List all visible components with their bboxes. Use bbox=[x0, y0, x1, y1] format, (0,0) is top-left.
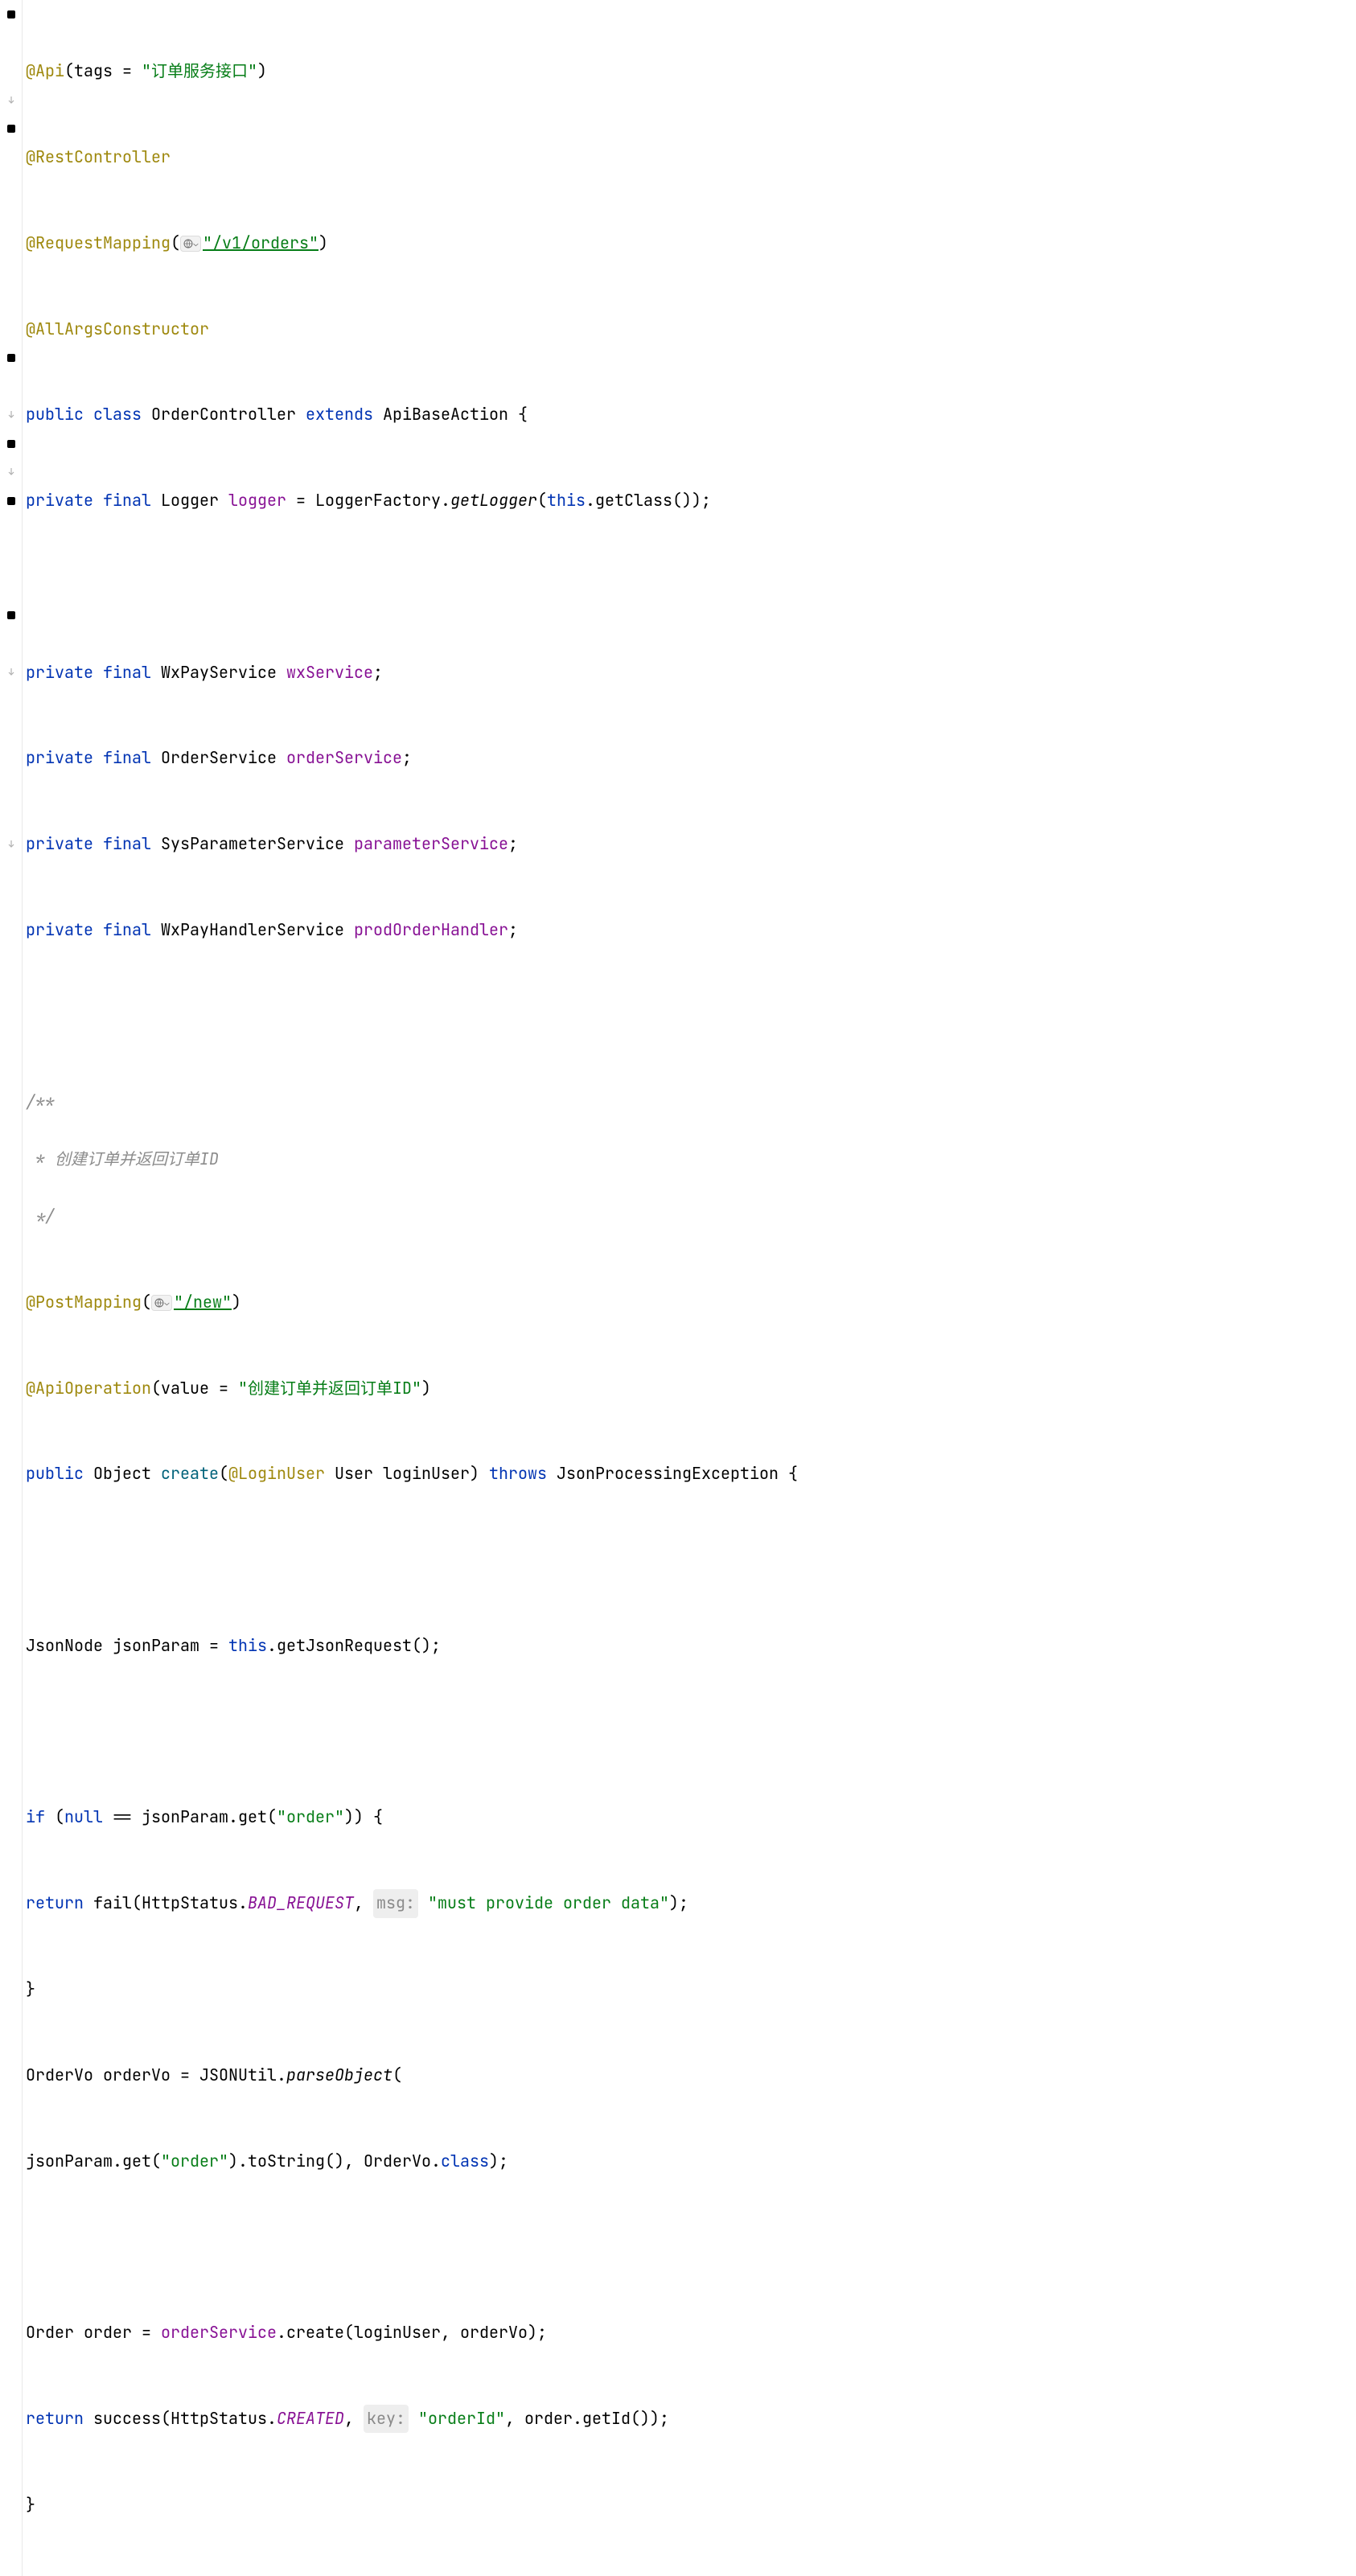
field: parameterService bbox=[354, 830, 508, 859]
javadoc: /** bbox=[26, 1088, 55, 1117]
gutter-blank bbox=[0, 57, 22, 86]
code-editor[interactable]: @Api(tags = "订单服务接口") @RestController @R… bbox=[23, 0, 798, 2576]
code-line[interactable]: @AllArgsConstructor bbox=[26, 315, 798, 344]
annotation: @ApiOperation bbox=[26, 1374, 151, 1403]
editor-gutter bbox=[0, 0, 23, 2576]
parameter-hint: msg: bbox=[373, 1889, 418, 1918]
gutter-blank bbox=[0, 630, 22, 659]
code-line[interactable]: private final OrderService orderService; bbox=[26, 744, 798, 773]
fold-minus-icon[interactable] bbox=[0, 114, 22, 143]
code-line[interactable]: Order order = orderService.create(loginU… bbox=[26, 2319, 798, 2348]
code-line[interactable]: } bbox=[26, 1975, 798, 2004]
gutter-blank bbox=[0, 257, 22, 286]
code-line[interactable]: private final Logger logger = LoggerFact… bbox=[26, 487, 798, 516]
code-line[interactable]: } bbox=[26, 2491, 798, 2520]
fold-end-icon[interactable] bbox=[0, 86, 22, 115]
gutter-blank bbox=[0, 716, 22, 745]
url-string[interactable]: "/v1/orders" bbox=[203, 229, 318, 258]
code-line[interactable] bbox=[26, 1002, 798, 1031]
field: logger bbox=[228, 487, 286, 516]
gutter-blank bbox=[0, 286, 22, 315]
chevron-down-icon: ⌄ bbox=[194, 236, 199, 251]
globe-icon[interactable]: ⌄ bbox=[180, 236, 201, 252]
globe-icon[interactable]: ⌄ bbox=[151, 1295, 172, 1311]
method-name: create bbox=[161, 1460, 219, 1489]
fold-end-icon[interactable] bbox=[0, 401, 22, 429]
code-line[interactable]: * 创建订单并返回订单ID bbox=[26, 1145, 798, 1174]
fold-end-icon[interactable] bbox=[0, 830, 22, 859]
fold-minus-icon[interactable] bbox=[0, 343, 22, 372]
gutter-blank bbox=[0, 315, 22, 344]
code-line[interactable]: public class OrderController extends Api… bbox=[26, 401, 798, 429]
gutter-blank bbox=[0, 229, 22, 258]
code-line[interactable] bbox=[26, 1718, 798, 1747]
chevron-down-icon: ⌄ bbox=[165, 1296, 170, 1310]
fold-minus-icon[interactable] bbox=[0, 487, 22, 516]
code-line[interactable]: @RequestMapping(⌄"/v1/orders") bbox=[26, 229, 798, 258]
static-field: CREATED bbox=[277, 2405, 344, 2434]
gutter-blank bbox=[0, 29, 22, 58]
gutter-blank bbox=[0, 802, 22, 831]
code-line[interactable]: private final WxPayHandlerService prodOr… bbox=[26, 916, 798, 945]
gutter-blank bbox=[0, 200, 22, 229]
gutter-blank bbox=[0, 773, 22, 802]
fold-minus-icon[interactable] bbox=[0, 429, 22, 458]
javadoc: */ bbox=[26, 1202, 55, 1231]
field: wxService bbox=[286, 659, 373, 688]
annotation: @RestController bbox=[26, 143, 171, 172]
url-string[interactable]: "/new" bbox=[174, 1288, 232, 1317]
fold-minus-icon[interactable] bbox=[0, 601, 22, 630]
gutter-blank bbox=[0, 544, 22, 573]
code-line[interactable]: return success(HttpStatus.CREATED, key: … bbox=[26, 2405, 798, 2434]
code-line[interactable] bbox=[26, 573, 798, 602]
fold-end-icon[interactable] bbox=[0, 458, 22, 487]
code-line[interactable]: @Api(tags = "订单服务接口") bbox=[26, 57, 798, 86]
gutter-blank bbox=[0, 744, 22, 773]
code-line[interactable]: @PostMapping(⌄"/new") bbox=[26, 1288, 798, 1317]
code-line[interactable]: private final WxPayService wxService; bbox=[26, 659, 798, 688]
fold-end-icon[interactable] bbox=[0, 659, 22, 688]
gutter-blank bbox=[0, 372, 22, 401]
code-line[interactable]: return fail(HttpStatus.BAD_REQUEST, msg:… bbox=[26, 1889, 798, 1918]
code-line[interactable] bbox=[26, 1546, 798, 1575]
annotation: @AllArgsConstructor bbox=[26, 315, 209, 344]
code-line[interactable]: OrderVo orderVo = JSONUtil.parseObject( bbox=[26, 2061, 798, 2090]
static-field: BAD_REQUEST bbox=[248, 1889, 354, 1918]
code-line[interactable]: if (null == jsonParam.get("order")) { bbox=[26, 1803, 798, 1832]
code-line[interactable]: /** bbox=[26, 1088, 798, 1117]
gutter-blank bbox=[0, 143, 22, 172]
code-line[interactable]: public Object create(@LoginUser User log… bbox=[26, 1460, 798, 1489]
code-line[interactable]: @RestController bbox=[26, 143, 798, 172]
string-literal: "订单服务接口" bbox=[142, 57, 257, 86]
fold-minus-icon[interactable] bbox=[0, 0, 22, 29]
code-line[interactable]: */ bbox=[26, 1202, 798, 1231]
annotation: @PostMapping bbox=[26, 1288, 142, 1317]
code-line[interactable]: jsonParam.get("order").toString(), Order… bbox=[26, 2147, 798, 2176]
code-line[interactable]: @ApiOperation(value = "创建订单并返回订单ID") bbox=[26, 1374, 798, 1403]
javadoc: * 创建订单并返回订单ID bbox=[26, 1145, 219, 1174]
field: orderService bbox=[286, 744, 402, 773]
gutter-blank bbox=[0, 516, 22, 544]
code-line[interactable]: private final SysParameterService parame… bbox=[26, 830, 798, 859]
annotation: @RequestMapping bbox=[26, 229, 171, 258]
string-literal: "创建订单并返回订单ID" bbox=[238, 1374, 421, 1403]
annotation: @Api bbox=[26, 57, 64, 86]
gutter-blank bbox=[0, 687, 22, 716]
gutter-blank bbox=[0, 172, 22, 201]
code-line[interactable]: JsonNode jsonParam = this.getJsonRequest… bbox=[26, 1632, 798, 1661]
parameter-hint: key: bbox=[364, 2405, 409, 2434]
gutter-blank bbox=[0, 573, 22, 602]
field: prodOrderHandler bbox=[354, 916, 508, 945]
code-line[interactable] bbox=[26, 2233, 798, 2262]
